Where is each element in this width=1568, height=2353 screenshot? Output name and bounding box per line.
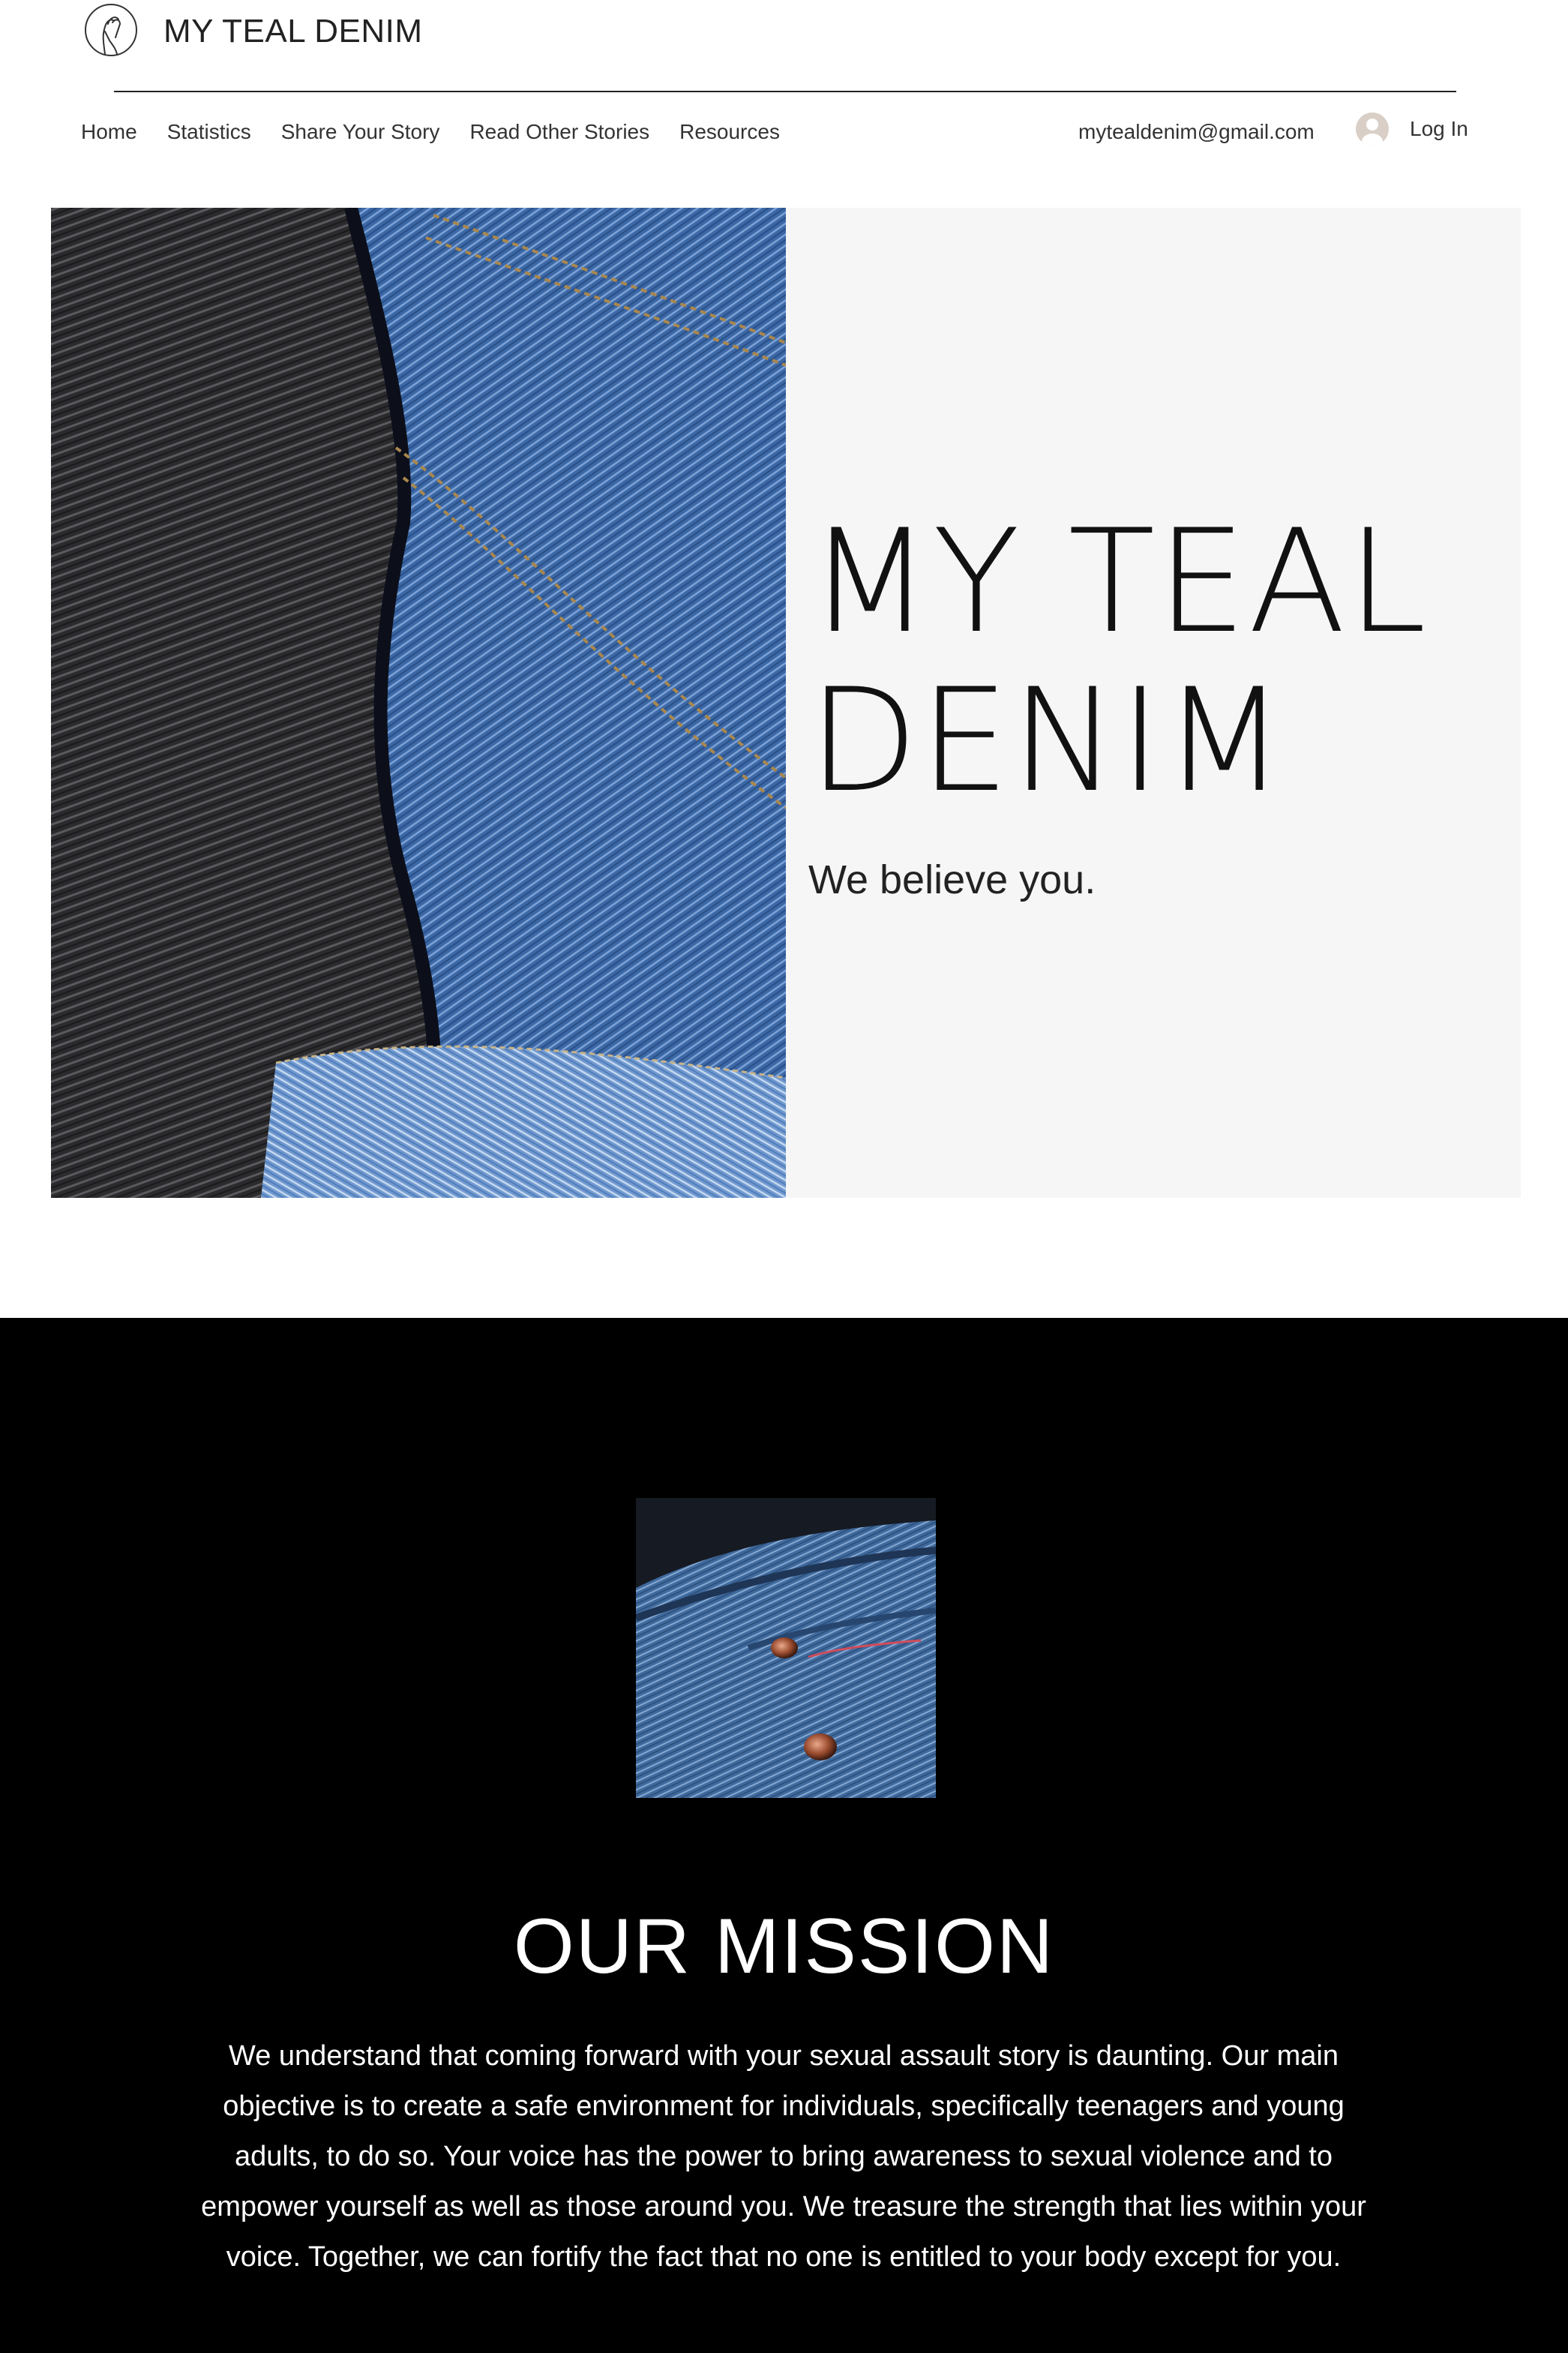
nav-share-your-story[interactable]: Share Your Story xyxy=(281,114,440,150)
mission-heading: OUR MISSION xyxy=(513,1903,1055,1990)
hero-title-line-2: DENIM xyxy=(808,658,1288,824)
site-logo-icon[interactable] xyxy=(82,2,139,62)
hero-title: MY TEAL DENIM xyxy=(808,503,1428,821)
header-divider xyxy=(114,91,1456,92)
hero-tagline: We believe you. xyxy=(808,857,1096,902)
main-nav: Home Statistics Share Your Story Read Ot… xyxy=(81,114,810,150)
site-name[interactable]: MY TEAL DENIM xyxy=(163,11,423,53)
mission-jeans-image xyxy=(636,1498,936,1798)
nav-read-other-stories[interactable]: Read Other Stories xyxy=(469,114,649,150)
hero-title-line-1: MY TEAL xyxy=(808,499,1429,665)
nav-home[interactable]: Home xyxy=(81,114,137,150)
nav-statistics[interactable]: Statistics xyxy=(167,114,251,150)
contact-email-link[interactable]: mytealdenim@gmail.com xyxy=(1078,116,1315,149)
hero-denim-image xyxy=(51,208,786,1198)
mission-paragraph: We understand that coming forward with y… xyxy=(201,2040,1366,2273)
login-button[interactable]: Log In xyxy=(1356,113,1468,146)
login-label: Log In xyxy=(1410,117,1468,140)
user-avatar-icon xyxy=(1356,113,1389,146)
nav-resources[interactable]: Resources xyxy=(679,114,780,150)
